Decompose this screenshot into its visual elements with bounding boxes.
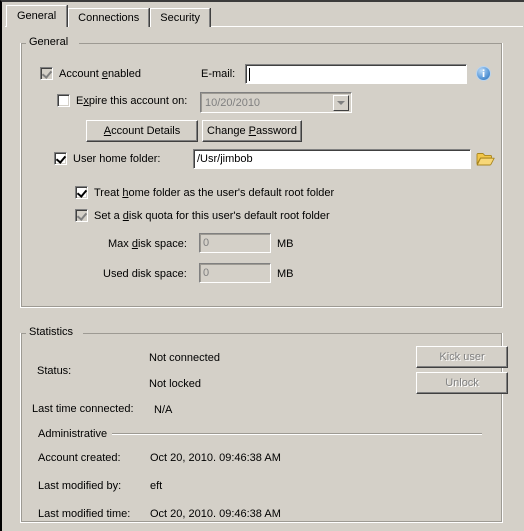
status-label: Status: bbox=[37, 365, 72, 377]
change-password-button-label: Change Password bbox=[207, 125, 297, 137]
folder-open-icon[interactable] bbox=[476, 151, 495, 167]
max-disk-space-label: Max disk space: bbox=[108, 238, 187, 250]
tab-strip: General Connections Security bbox=[6, 5, 211, 27]
account-enabled-label: Account enabled bbox=[59, 67, 141, 80]
administrative-label: Administrative bbox=[38, 428, 108, 440]
status-connection-value: Not connected bbox=[149, 352, 220, 364]
general-groupbox-title: General bbox=[26, 36, 72, 48]
treat-home-folder-checkbox[interactable]: Treat home folder as the user's default … bbox=[75, 186, 334, 199]
status-lock-value: Not locked bbox=[149, 378, 201, 390]
account-enabled-checkbox-box bbox=[40, 67, 53, 80]
last-modified-time-label: Last modified time: bbox=[38, 508, 131, 520]
administrative-separator bbox=[112, 433, 482, 435]
max-disk-space-unit: MB bbox=[277, 238, 294, 250]
expire-date-value: 10/20/2010 bbox=[205, 96, 261, 109]
expire-account-checkbox-box bbox=[57, 94, 70, 107]
account-created-label: Account created: bbox=[38, 452, 121, 464]
used-disk-space-label: Used disk space: bbox=[103, 268, 187, 280]
statistics-groupbox-title: Statistics bbox=[26, 326, 77, 338]
set-disk-quota-checkbox-box bbox=[75, 209, 88, 222]
tab-general[interactable]: General bbox=[6, 5, 68, 27]
account-details-button[interactable]: Account Details bbox=[86, 120, 198, 142]
used-disk-space-input[interactable]: 0 bbox=[199, 263, 271, 283]
last-modified-by-value: eft bbox=[150, 480, 163, 492]
kick-user-button[interactable]: Kick user bbox=[416, 346, 508, 368]
tab-general-label: General bbox=[17, 10, 57, 22]
change-password-button[interactable]: Change Password bbox=[202, 120, 302, 142]
email-label: E-mail: bbox=[201, 68, 236, 80]
user-home-folder-checkbox[interactable]: User home folder: bbox=[54, 152, 160, 165]
account-enabled-checkbox[interactable]: Account enabled bbox=[40, 67, 141, 80]
user-home-folder-label: User home folder: bbox=[73, 152, 161, 165]
kick-user-button-label: Kick user bbox=[439, 351, 485, 363]
last-modified-by-label: Last modified by: bbox=[38, 480, 122, 492]
expire-date-picker[interactable]: 10/20/2010 bbox=[200, 92, 352, 113]
home-folder-path-input[interactable]: /Usr/jimbob bbox=[193, 149, 471, 169]
tab-connections-label: Connections bbox=[78, 12, 140, 24]
info-icon[interactable] bbox=[476, 66, 491, 81]
set-disk-quota-checkbox[interactable]: Set a disk quota for this user's default… bbox=[75, 209, 330, 222]
used-disk-space-unit: MB bbox=[277, 268, 294, 280]
unlock-button-label: Unlock bbox=[445, 377, 479, 389]
tab-security-label: Security bbox=[160, 12, 201, 24]
account-created-value: Oct 20, 2010. 09:46:38 AM bbox=[150, 452, 281, 464]
email-caret bbox=[249, 67, 250, 81]
max-disk-space-value: 0 bbox=[203, 237, 210, 249]
max-disk-space-input[interactable]: 0 bbox=[199, 233, 271, 253]
expire-account-checkbox[interactable]: Expire this account on: bbox=[57, 94, 187, 107]
last-modified-time-value: Oct 20, 2010. 09:46:38 AM bbox=[150, 508, 281, 520]
tab-connections[interactable]: Connections bbox=[68, 8, 150, 27]
user-home-folder-checkbox-box bbox=[54, 152, 67, 165]
account-details-button-label: Account Details bbox=[103, 125, 181, 137]
unlock-button[interactable]: Unlock bbox=[416, 372, 508, 394]
expire-account-label: Expire this account on: bbox=[76, 94, 188, 107]
dialog-window: General Connections Security General Acc… bbox=[0, 0, 524, 531]
set-disk-quota-label: Set a disk quota for this user's default… bbox=[94, 209, 330, 222]
tab-security[interactable]: Security bbox=[150, 8, 211, 27]
last-time-connected-value: N/A bbox=[154, 404, 173, 416]
email-input[interactable] bbox=[245, 64, 467, 84]
home-folder-path-value: /Usr/jimbob bbox=[197, 153, 253, 165]
treat-home-folder-label: Treat home folder as the user's default … bbox=[94, 186, 335, 199]
chevron-down-icon[interactable] bbox=[333, 95, 349, 111]
used-disk-space-value: 0 bbox=[203, 267, 210, 279]
treat-home-folder-checkbox-box bbox=[75, 186, 88, 199]
last-time-connected-label: Last time connected: bbox=[32, 403, 134, 415]
